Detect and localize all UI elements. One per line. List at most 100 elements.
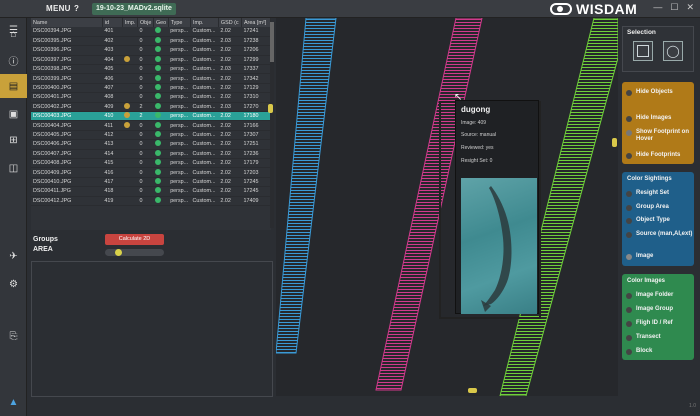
geo-cell (153, 196, 169, 206)
check-icon (155, 74, 162, 81)
table-column-header[interactable]: Area [m²] (241, 18, 271, 27)
nav-images[interactable]: ▣ (0, 102, 27, 126)
camera-cell: Custom... (190, 36, 219, 47)
flight-strip-blue[interactable] (276, 18, 337, 354)
color-images-panel: Color Images Image Folder Image Group Fl… (622, 274, 694, 360)
type-cell: persp... (168, 92, 191, 103)
table-row[interactable]: DSC00407.JPG 414 0 persp... Custom... 2.02 172… (31, 149, 271, 159)
table-row[interactable]: DSC00408.JPG 415 0 persp... Custom... 2.02 171… (31, 158, 271, 169)
table-row[interactable]: DSC00402.JPG 409 2 persp... Custom... 2.03 172… (31, 102, 271, 113)
table-row[interactable]: DSC00400.JPG 407 0 persp... Custom... 2.02 171… (31, 83, 271, 94)
file-name-cell: DSC00401.JPG (31, 92, 103, 103)
area-cell: 17206 (241, 45, 271, 56)
hide-objects-toggle[interactable]: Hide Objects (626, 89, 673, 96)
table-column-header[interactable]: Geo (153, 18, 169, 27)
area-slider-knob[interactable] (115, 249, 122, 256)
help-button[interactable]: ? (74, 4, 79, 13)
table-row[interactable]: DSC00398.JPG 405 0 persp... Custom... 2.03 173… (31, 64, 271, 75)
nav-info[interactable]: ⓘ (0, 48, 27, 72)
table-column-header[interactable]: GSD (c (218, 18, 242, 27)
color-by-resight-set[interactable]: Resight Set (626, 190, 669, 197)
table-row[interactable]: DSC00396.JPG 403 0 persp... Custom... 2.02 172… (31, 45, 271, 56)
table-row[interactable]: DSC00410.JPG 417 0 persp... Custom... 2.02 172… (31, 177, 271, 188)
map-bottom-resize-handle[interactable] (468, 388, 477, 393)
color-by-image-folder[interactable]: Image Folder (626, 292, 673, 299)
id-cell: 410 (102, 111, 123, 122)
check-icon (124, 55, 131, 62)
check-icon (155, 121, 162, 128)
nav-map[interactable]: ▤ (0, 74, 27, 98)
map-canvas[interactable]: ↖ (276, 18, 618, 396)
nav-settings[interactable]: ⚙ (0, 272, 27, 296)
flight-icon: ✈ (9, 250, 18, 262)
check-icon (155, 187, 162, 194)
table-row[interactable]: DSC00406.JPG 413 0 persp... Custom... 2.02 172… (31, 139, 271, 150)
table-row[interactable]: DSC00401.JPG 408 0 persp... Custom... 2.02 173… (31, 92, 271, 103)
objects-cell: 0 (137, 36, 154, 47)
rectangle-select-button[interactable] (633, 41, 653, 61)
nav-warning[interactable]: ▲ (0, 390, 27, 414)
close-button[interactable]: ✕ (686, 2, 694, 13)
table-column-header[interactable]: Imp. (190, 18, 219, 27)
color-by-flight-id[interactable]: Fligh ID / Ref (626, 320, 673, 327)
check-icon (155, 93, 162, 100)
table-row[interactable]: DSC00395.JPG 402 0 persp... Custom... 2.03 172… (31, 36, 271, 47)
panel-resize-handle[interactable] (268, 104, 273, 113)
lasso-select-button[interactable]: ◯ (663, 41, 683, 61)
nav-grid[interactable]: ⊞ (0, 128, 27, 152)
table-column-header[interactable]: Obje (137, 18, 154, 27)
show-footprint-toggle[interactable]: Show Footprint on Hover (626, 129, 694, 143)
nav-home[interactable]: ⌂ (0, 22, 27, 46)
sighting-popup: dugong Image: 409 Source: manual Reviewe… (455, 100, 539, 314)
table-column-header[interactable]: Type (168, 18, 191, 27)
color-by-source[interactable]: Source (man,AI,ext) (626, 231, 692, 238)
check-icon (155, 149, 162, 156)
maximize-button[interactable]: ☐ (670, 2, 678, 13)
table-column-header[interactable]: Imp. (122, 18, 138, 27)
type-cell: persp... (168, 120, 191, 131)
gsd-cell: 2.02 (218, 45, 242, 56)
project-file-tab[interactable]: 19-10-23_MADv2.sqlite (92, 3, 176, 15)
nav-report[interactable]: ⎘ (0, 324, 27, 348)
type-cell: persp... (168, 83, 191, 94)
table-row[interactable]: DSC00399.JPG 406 0 persp... Custom... 2.02 173… (31, 73, 271, 84)
camera-cell: Custom... (190, 196, 219, 206)
camera-cell: Custom... (190, 120, 219, 131)
camera-cell: Custom... (190, 158, 219, 169)
table-row[interactable]: DSC00397.JPG 404 0 persp... Custom... 2.02 172… (31, 55, 271, 66)
id-cell: 417 (102, 177, 123, 188)
color-by-image-group[interactable]: Image Group (626, 306, 673, 313)
table-row[interactable]: DSC00411.JPG 418 0 persp... Custom... 2.02 172… (31, 186, 271, 197)
nav-flight[interactable]: ✈ (0, 244, 27, 268)
map-right-resize-handle[interactable] (612, 138, 617, 147)
calculate-2d-button[interactable]: Calculate 2D (105, 234, 164, 245)
gsd-cell: 2.02 (218, 55, 242, 66)
table-row[interactable]: DSC00405.JPG 412 0 persp... Custom... 2.02 173… (31, 130, 271, 141)
area-slider[interactable] (105, 249, 164, 256)
nav-save[interactable]: ◫ (0, 156, 27, 180)
table-row[interactable]: DSC00394.JPG 401 0 persp... Custom... 2.02 172… (31, 27, 271, 37)
table-row[interactable]: DSC00403.JPG 410 2 persp... Custom... 2.02 171… (31, 111, 271, 122)
table-row[interactable]: DSC00412.JPG 419 0 persp... Custom... 2.02 174… (31, 196, 271, 206)
color-by-object-type[interactable]: Object Type (626, 217, 670, 224)
table-row[interactable]: DSC00409.JPG 416 0 persp... Custom... 2.02 172… (31, 167, 271, 178)
minimize-button[interactable]: — (653, 2, 662, 13)
gsd-cell: 2.02 (218, 177, 242, 188)
table-column-header[interactable]: id (102, 18, 123, 27)
table-row[interactable]: DSC00404.JPG 411 0 persp... Custom... 2.02 171… (31, 120, 271, 131)
color-by-image[interactable]: Image (626, 253, 653, 260)
hide-images-toggle[interactable]: Hide Images (626, 115, 671, 122)
gsd-cell: 2.02 (218, 83, 242, 94)
table-scrollbar-thumb[interactable] (270, 22, 274, 62)
hide-footprints-toggle[interactable]: Hide Footprints (626, 152, 680, 159)
area-cell: 17245 (241, 186, 271, 197)
color-by-transect[interactable]: Transect (626, 334, 661, 341)
menu-button[interactable]: MENU (46, 4, 71, 13)
geo-cell (153, 120, 169, 131)
file-name-cell: DSC00411.JPG (31, 186, 103, 197)
color-by-block[interactable]: Block (626, 348, 652, 355)
table-column-header[interactable]: Name (31, 18, 103, 27)
table-scrollbar[interactable] (270, 22, 274, 228)
color-by-group-area[interactable]: Group Area (626, 204, 669, 211)
imported-cell (122, 64, 138, 75)
